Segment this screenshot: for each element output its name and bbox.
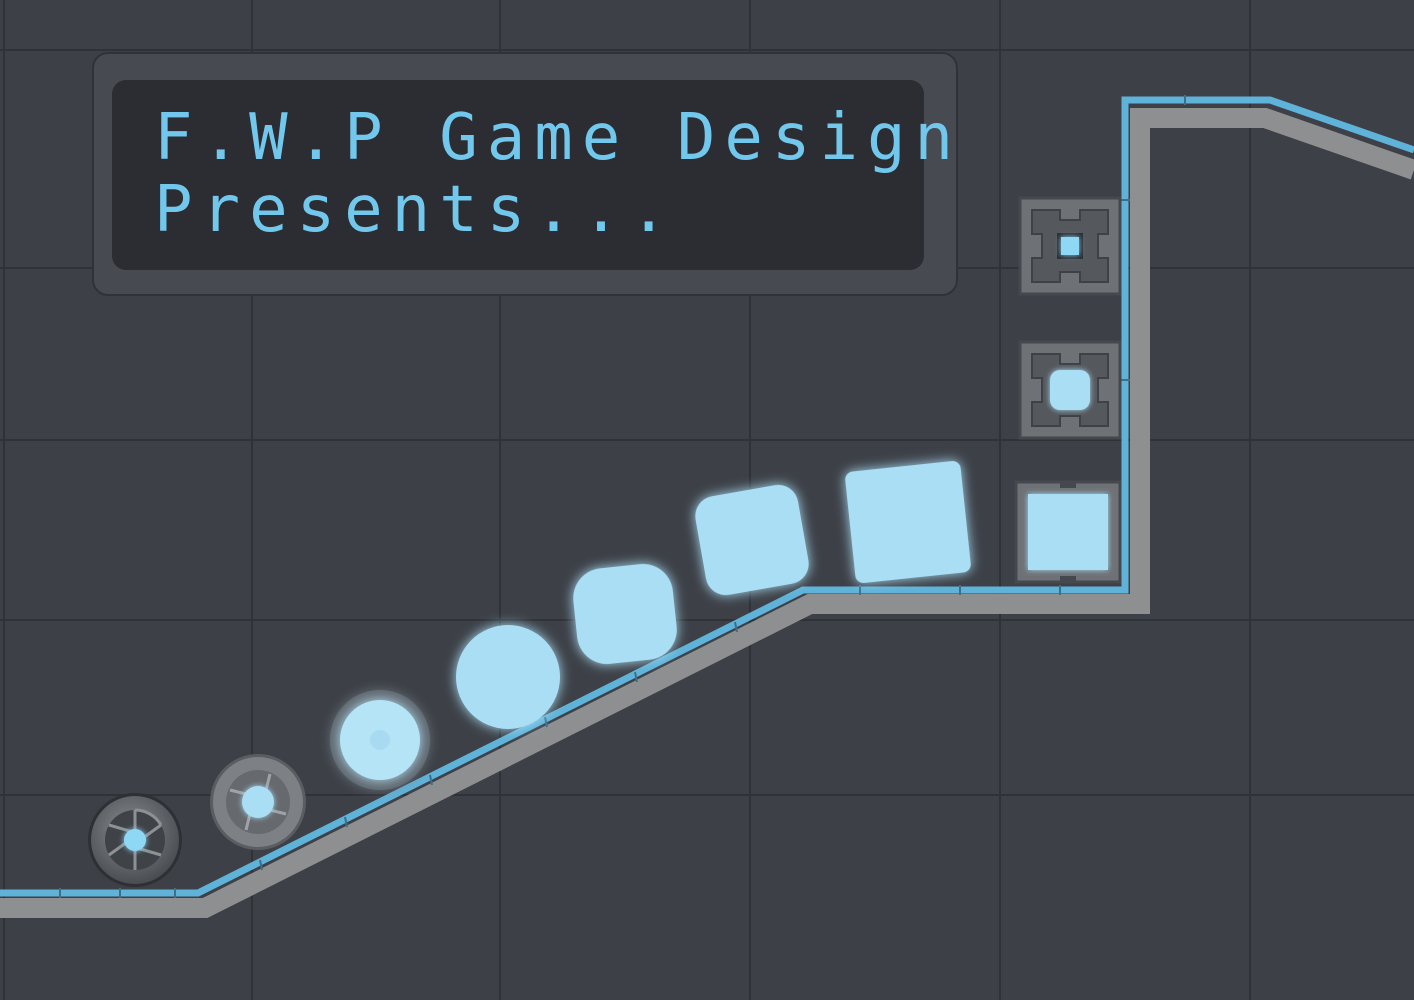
emitter-block-icon bbox=[1018, 340, 1122, 440]
glowing-cube-icon bbox=[845, 461, 971, 583]
glowing-cube-icon bbox=[573, 564, 677, 664]
glowing-orb-icon bbox=[330, 690, 430, 790]
glowing-orb-icon bbox=[456, 625, 560, 729]
title-screen: F.W.P Game Design Presents... bbox=[112, 80, 963, 270]
title-line-studio: F.W.P Game Design bbox=[154, 101, 963, 175]
emitter-block-icon bbox=[1014, 480, 1122, 584]
emitter-block-icon bbox=[1018, 196, 1122, 296]
aperture-ball-icon bbox=[210, 754, 306, 850]
title-line-presents: Presents... bbox=[154, 173, 677, 247]
title-panel: F.W.P Game Design Presents... bbox=[92, 52, 958, 296]
aperture-ball-icon bbox=[88, 793, 182, 887]
glowing-cube-icon bbox=[695, 484, 809, 596]
